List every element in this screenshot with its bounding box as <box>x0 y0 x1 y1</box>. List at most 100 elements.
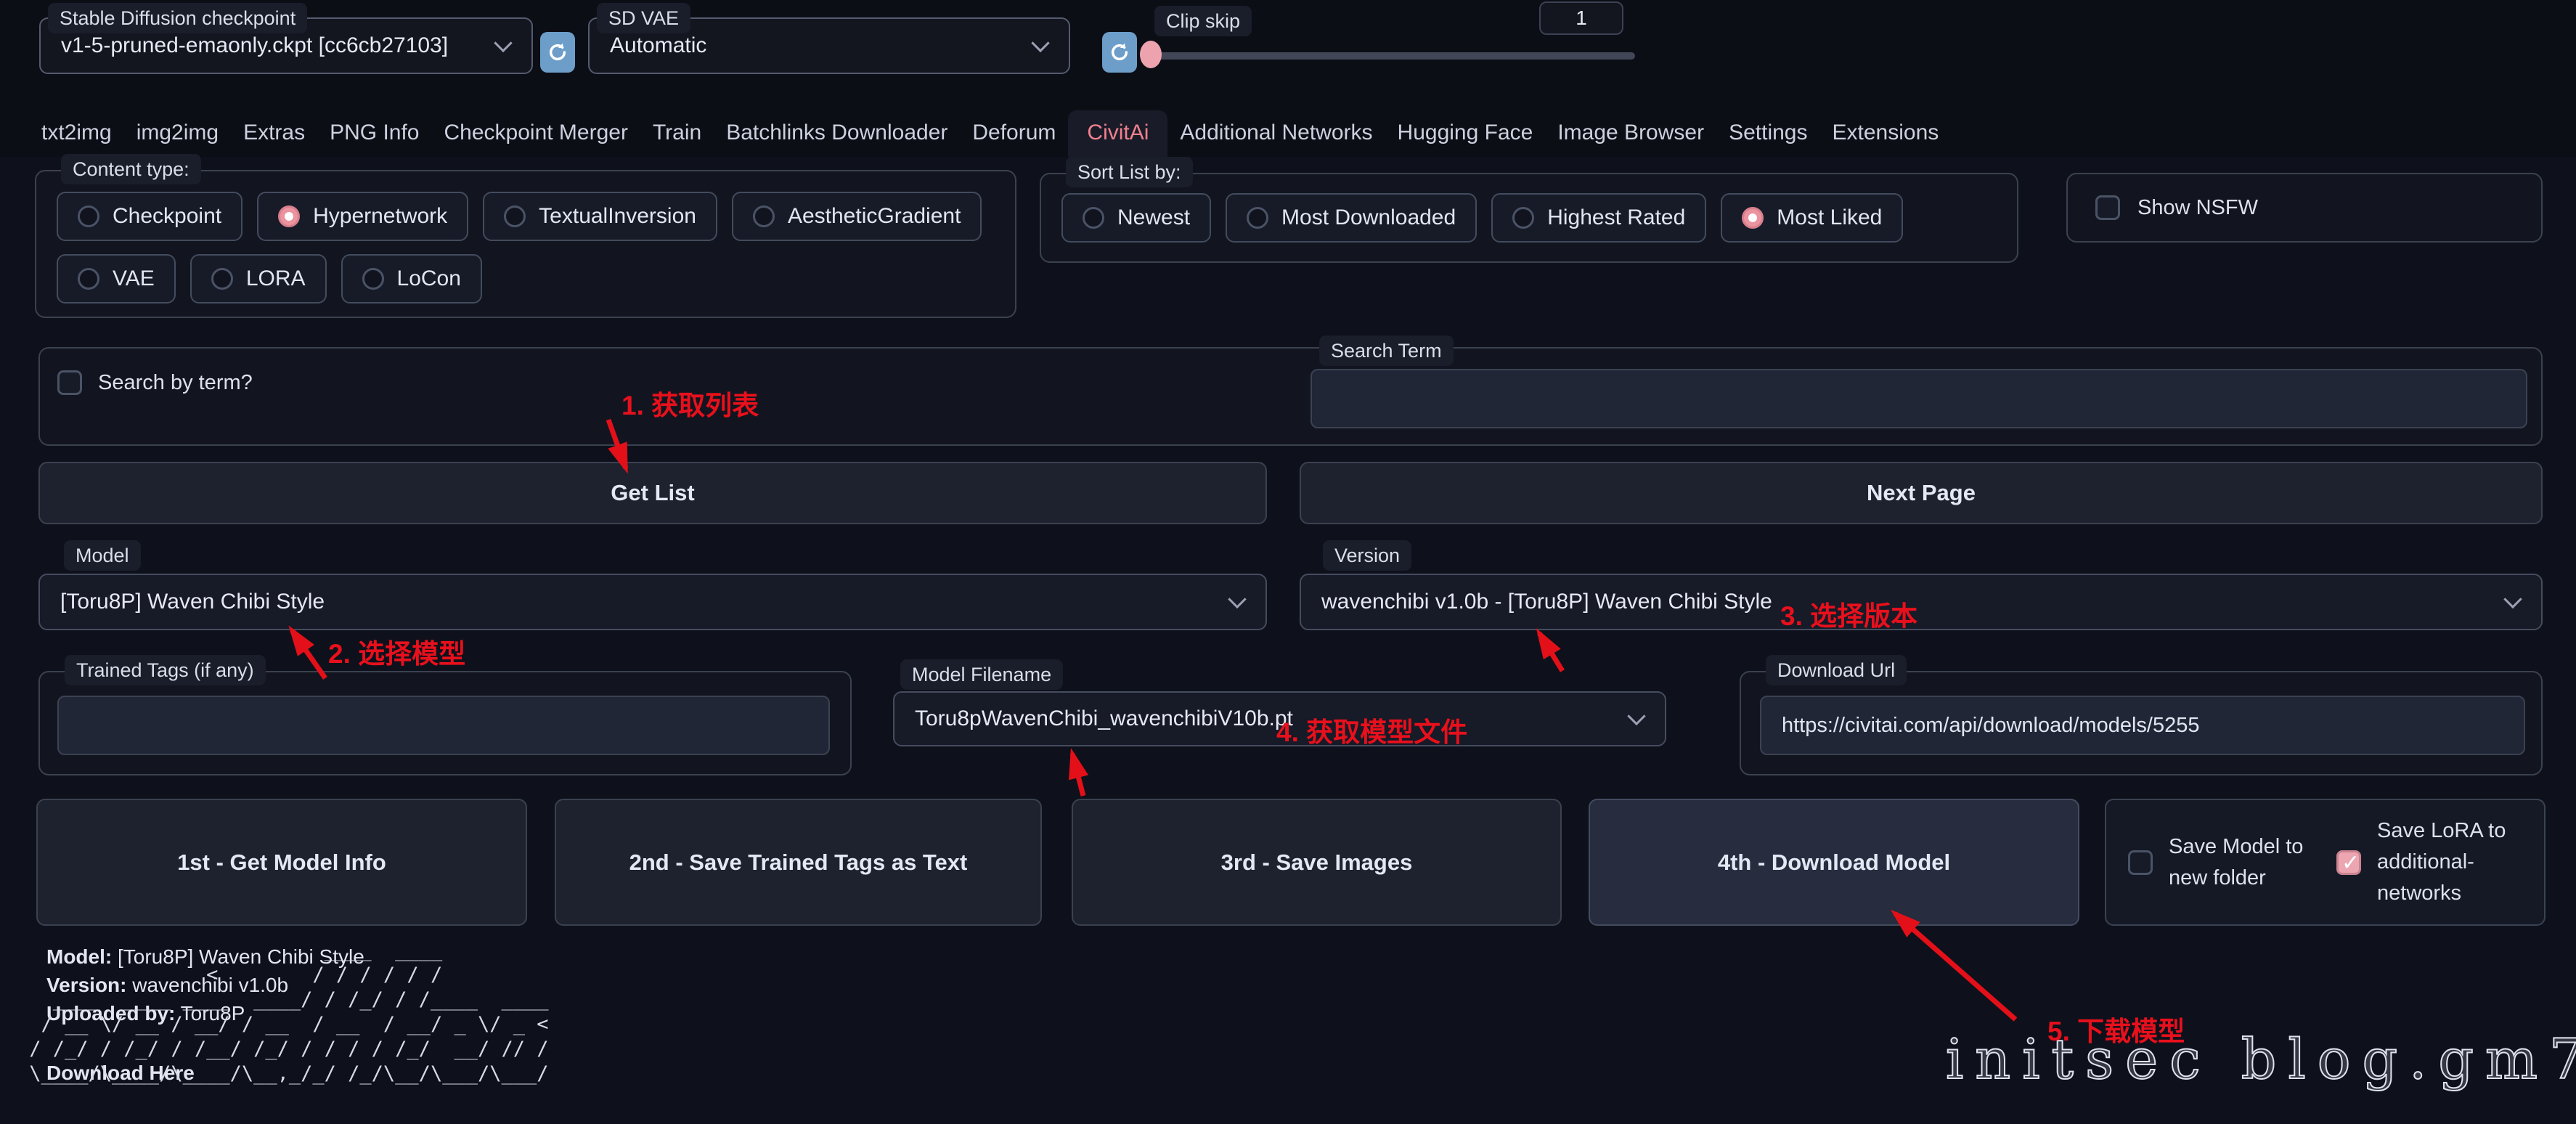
content-type-row-1: Checkpoint Hypernetwork TextualInversion… <box>57 192 982 241</box>
save-model-new-folder-checkbox-item[interactable]: Save Model to new folder <box>2128 831 2314 894</box>
tab-checkpoint-merger[interactable]: Checkpoint Merger <box>432 110 640 157</box>
radio-highest-rated[interactable]: Highest Rated <box>1491 193 1706 243</box>
checkbox-unchecked-icon <box>2095 195 2120 220</box>
tab-additional-networks[interactable]: Additional Networks <box>1167 110 1385 157</box>
annotation-3-choose-version: 3. 选择版本 <box>1780 594 1917 633</box>
model-info-model-line: Model: [Toru8P] Waven Chibi Style <box>46 945 364 969</box>
download-model-button[interactable]: 4th - Download Model <box>1589 799 2079 926</box>
model-info-uploaded-value: Toru8P <box>181 1002 245 1025</box>
trained-tags-label: Trained Tags (if any) <box>65 655 266 685</box>
main-tab-bar: txt2img img2img Extras PNG Info Checkpoi… <box>29 113 1951 157</box>
search-term-input[interactable] <box>1311 369 2527 428</box>
version-dropdown[interactable]: wavenchibi v1.0b - [Toru8P] Waven Chibi … <box>1300 574 2543 630</box>
radio-icon <box>1512 207 1534 229</box>
model-info-model-value: [Toru8P] Waven Chibi Style <box>118 945 364 968</box>
search-group: Search by term? Search Term <box>38 347 2543 446</box>
tab-txt2img[interactable]: txt2img <box>29 110 124 157</box>
get-list-button[interactable]: Get List <box>38 462 1267 524</box>
model-info-version-label: Version: <box>46 974 126 996</box>
model-info-model-label: Model: <box>46 945 112 968</box>
content-type-label: Content type: <box>61 154 201 184</box>
chevron-down-icon <box>2503 590 2522 608</box>
radio-icon <box>362 268 384 290</box>
vae-value: Automatic <box>590 33 706 58</box>
radio-icon <box>78 268 99 290</box>
sort-list-label: Sort List by: <box>1066 157 1193 187</box>
radio-icon <box>211 268 233 290</box>
tab-png-info[interactable]: PNG Info <box>317 110 431 157</box>
radio-lora[interactable]: LORA <box>190 254 327 304</box>
radio-newest[interactable]: Newest <box>1061 193 1211 243</box>
radio-locon[interactable]: LoCon <box>341 254 482 304</box>
tab-img2img[interactable]: img2img <box>124 110 231 157</box>
refresh-icon <box>1108 41 1131 64</box>
sort-list-group: Sort List by: Newest Most Downloaded Hig… <box>1040 173 2018 263</box>
refresh-icon <box>546 41 569 64</box>
next-page-button[interactable]: Next Page <box>1300 462 2543 524</box>
content-type-row-2: VAE LORA LoCon <box>57 254 482 304</box>
search-by-term-label: Search by term? <box>98 371 253 395</box>
checkbox-unchecked-icon <box>57 370 82 395</box>
get-model-info-button[interactable]: 1st - Get Model Info <box>36 799 527 926</box>
download-url-value: https://civitai.com/api/download/models/… <box>1761 714 2199 738</box>
search-by-term-checkbox-item[interactable]: Search by term? <box>57 370 253 395</box>
radio-icon <box>504 205 526 227</box>
nsfw-group: Show NSFW <box>2066 173 2543 243</box>
radio-icon <box>1247 207 1268 229</box>
radio-checkpoint[interactable]: Checkpoint <box>57 192 242 241</box>
radio-textualinversion[interactable]: TextualInversion <box>483 192 717 241</box>
radio-selected-icon <box>1742 207 1764 229</box>
refresh-vae-button[interactable] <box>1102 32 1137 73</box>
model-info-uploaded-line: Uploaded by: Toru8P <box>46 1002 245 1025</box>
tab-deforum[interactable]: Deforum <box>960 110 1068 157</box>
radio-most-downloaded[interactable]: Most Downloaded <box>1226 193 1477 243</box>
download-url-label: Download Url <box>1766 655 1907 685</box>
clip-skip-number-input[interactable]: 1 <box>1539 1 1623 35</box>
model-dropdown[interactable]: [Toru8P] Waven Chibi Style <box>38 574 1267 630</box>
download-url-input[interactable]: https://civitai.com/api/download/models/… <box>1760 696 2525 755</box>
model-value: [Toru8P] Waven Chibi Style <box>40 590 325 614</box>
save-images-button[interactable]: 3rd - Save Images <box>1072 799 1562 926</box>
radio-hypernetwork[interactable]: Hypernetwork <box>257 192 468 241</box>
chevron-down-icon <box>494 34 512 52</box>
tab-settings[interactable]: Settings <box>1716 110 1819 157</box>
save-lora-additional-networks-checkbox-item[interactable]: Save LoRA to additional-networks <box>2336 815 2522 909</box>
site-watermark: initsec blog.gm7.org <box>1946 1027 2576 1091</box>
save-trained-tags-button[interactable]: 2nd - Save Trained Tags as Text <box>555 799 1042 926</box>
tab-extras[interactable]: Extras <box>231 110 317 157</box>
sd-webui-civitai-page: { "colors": { "accent_pink": "#ec93a0", … <box>0 0 2576 1124</box>
tab-extensions[interactable]: Extensions <box>1820 110 1952 157</box>
model-info-version-value: wavenchibi v1.0b <box>132 974 288 996</box>
radio-icon <box>753 205 775 227</box>
chevron-down-icon <box>1228 590 1246 608</box>
refresh-checkpoints-button[interactable] <box>540 32 575 73</box>
radio-most-liked[interactable]: Most Liked <box>1721 193 1903 243</box>
model-filename-label: Model Filename <box>900 659 1063 690</box>
radio-aestheticgradient[interactable]: AestheticGradient <box>732 192 982 241</box>
vae-label: SD VAE <box>597 3 690 33</box>
tab-train[interactable]: Train <box>640 110 714 157</box>
download-here-link[interactable]: Download Here <box>46 1062 195 1085</box>
trained-tags-input[interactable] <box>57 696 830 755</box>
radio-selected-icon <box>278 205 300 227</box>
save-options-panel: Save Model to new folder Save LoRA to ad… <box>2105 799 2546 926</box>
annotation-1-get-list: 1. 获取列表 <box>621 383 759 423</box>
tab-civitai[interactable]: CivitAi <box>1068 110 1167 157</box>
tab-hugging-face[interactable]: Hugging Face <box>1385 110 1546 157</box>
clip-skip-slider-handle[interactable] <box>1140 41 1162 68</box>
model-label: Model <box>64 540 141 571</box>
tab-batchlinks-downloader[interactable]: Batchlinks Downloader <box>714 110 960 157</box>
tab-image-browser[interactable]: Image Browser <box>1545 110 1716 157</box>
search-term-label: Search Term <box>1319 335 1454 366</box>
model-info-version-line: Version: wavenchibi v1.0b <box>46 974 288 997</box>
clip-skip-label: Clip skip <box>1154 6 1252 36</box>
checkpoint-label: Stable Diffusion checkpoint <box>48 3 307 33</box>
annotation-5-download-model: 5. 下载模型 <box>2047 1009 2185 1048</box>
radio-vae[interactable]: VAE <box>57 254 176 304</box>
show-nsfw-label: Show NSFW <box>2137 196 2258 220</box>
checkpoint-value: v1-5-pruned-emaonly.ckpt [cc6cb27103] <box>41 33 448 58</box>
chevron-down-icon <box>1627 707 1645 725</box>
clip-skip-slider[interactable] <box>1144 52 1635 60</box>
radio-icon <box>78 205 99 227</box>
show-nsfw-checkbox-item[interactable]: Show NSFW <box>2095 174 2258 241</box>
